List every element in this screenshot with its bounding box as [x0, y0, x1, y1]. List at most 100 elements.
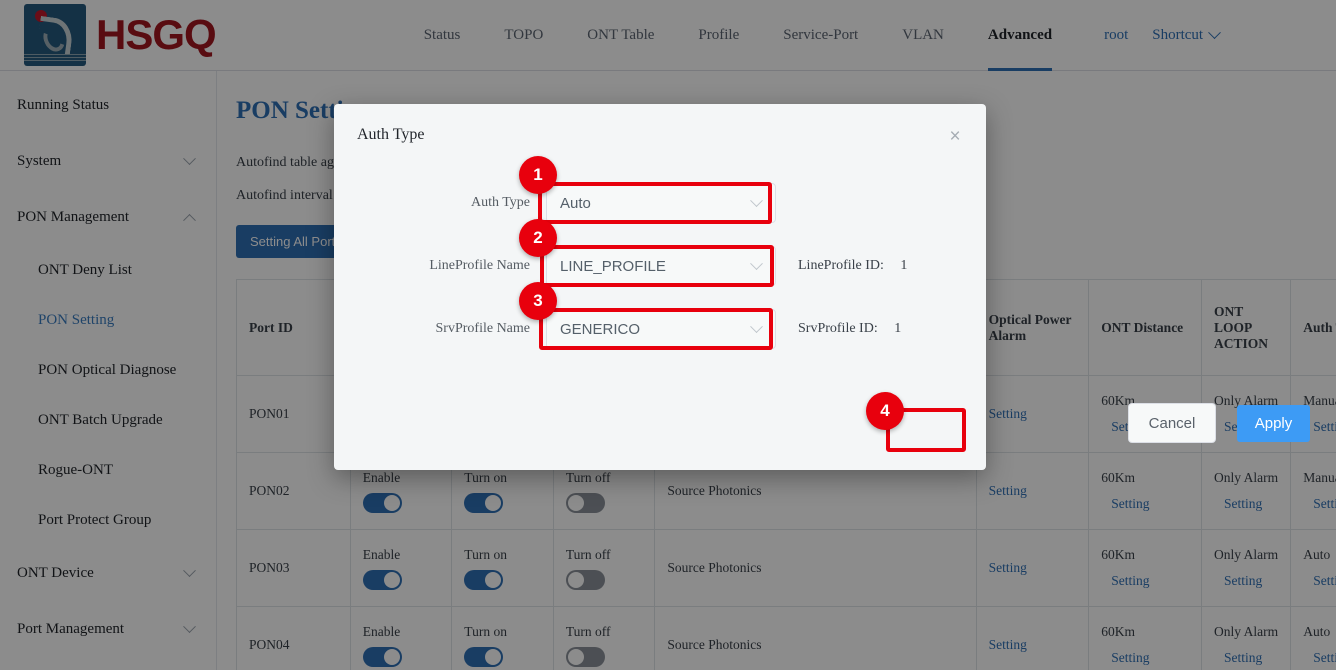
- laser-switch-toggle[interactable]: [464, 647, 503, 667]
- sidebar-item-pon-setting[interactable]: PON Setting: [0, 295, 216, 345]
- laser-switch-toggle[interactable]: [464, 493, 503, 513]
- setting-all-port-button[interactable]: Setting All Port: [236, 225, 349, 258]
- loop-action-setting-link[interactable]: Setting: [1214, 573, 1278, 589]
- cell-optical-power-alarm: Setting: [976, 453, 1089, 530]
- auto-discovery-toggle[interactable]: [566, 570, 605, 590]
- optical-alarm-setting-link[interactable]: Setting: [989, 406, 1027, 421]
- distance-setting-link[interactable]: Setting: [1101, 496, 1189, 512]
- sidebar-item-system[interactable]: System: [0, 133, 216, 189]
- chevron-down-icon: [750, 194, 763, 207]
- table-row[interactable]: PON04 Enable Turn on Turn off: [237, 607, 1336, 670]
- shortcut-menu[interactable]: Shortcut: [1152, 27, 1219, 44]
- loop-action-setting-link[interactable]: Setting: [1214, 650, 1278, 666]
- cell-laser-switch: Turn on: [452, 607, 554, 670]
- auth-type-setting-link[interactable]: Setting: [1303, 573, 1336, 589]
- lineprofile-id-value: 1: [900, 258, 907, 273]
- auth-type-value: Auto: [1303, 624, 1336, 640]
- laser-switch-toggle[interactable]: [464, 570, 503, 590]
- sidebar-item-running-status[interactable]: Running Status: [0, 77, 216, 133]
- cancel-button[interactable]: Cancel: [1128, 403, 1216, 443]
- nav-item-vlan[interactable]: VLAN: [880, 0, 966, 71]
- sidebar-item-ont-batch-upgrade[interactable]: ONT Batch Upgrade: [0, 395, 216, 445]
- distance-setting-link[interactable]: Setting: [1101, 573, 1189, 589]
- switch-label: Turn off: [566, 624, 643, 640]
- switch-label: Enable: [363, 470, 440, 486]
- cell-optical-power-alarm: Setting: [976, 376, 1089, 453]
- brand-name: HSGQ: [96, 11, 216, 59]
- sidebar-item-ont-deny-list[interactable]: ONT Deny List: [0, 245, 216, 295]
- distance-value: 60Km: [1101, 470, 1189, 486]
- auto-discovery-toggle[interactable]: [566, 647, 605, 667]
- srvprofile-name-label: SrvProfile Name: [334, 321, 546, 337]
- srvprofile-name-select[interactable]: GENERICO: [546, 309, 776, 349]
- table-row[interactable]: PON03 Enable Turn on Turn off: [237, 530, 1336, 607]
- nav-item-profile[interactable]: Profile: [676, 0, 761, 71]
- optical-alarm-setting-link[interactable]: Setting: [989, 483, 1027, 498]
- cell-ont-distance: 60Km Setting: [1089, 530, 1202, 607]
- cell-pon-switch: Enable: [350, 607, 452, 670]
- optical-alarm-setting-link[interactable]: Setting: [989, 637, 1027, 652]
- pon-switch-toggle[interactable]: [363, 493, 402, 513]
- distance-value: 60Km: [1101, 547, 1189, 563]
- nav-item-advanced[interactable]: Advanced: [966, 0, 1074, 71]
- pon-switch-toggle[interactable]: [363, 647, 402, 667]
- col-header-optical-power-alarm[interactable]: Optical Power Alarm: [976, 280, 1089, 376]
- sidebar-item-port-management[interactable]: Port Management: [0, 601, 216, 657]
- brand-logo[interactable]: HSGQ: [24, 4, 216, 66]
- chevron-down-icon: [183, 620, 196, 633]
- sidebar-item-port-protect-group[interactable]: Port Protect Group: [0, 495, 216, 545]
- pon-switch-toggle[interactable]: [363, 570, 402, 590]
- hsgq-logo-icon: [24, 4, 86, 66]
- col-header-ont-loop-action[interactable]: ONT LOOP ACTION: [1201, 280, 1290, 376]
- form-row-srvprofile: SrvProfile Name GENERICO SrvProfile ID: …: [334, 308, 986, 350]
- cell-loop-action: Only Alarm Setting: [1201, 607, 1290, 670]
- optical-alarm-setting-link[interactable]: Setting: [989, 560, 1027, 575]
- switch-label: Enable: [363, 624, 440, 640]
- nav-item-service-port[interactable]: Service-Port: [761, 0, 880, 71]
- lineprofile-id-label: LineProfile ID:: [798, 258, 884, 273]
- switch-label: Enable: [363, 547, 440, 563]
- auth-type-setting-link[interactable]: Setting: [1303, 496, 1336, 512]
- chevron-down-icon: [183, 152, 196, 165]
- nav-item-status[interactable]: Status: [402, 0, 483, 71]
- cell-ont-distance: 60Km Setting: [1089, 453, 1202, 530]
- lineprofile-name-label: LineProfile Name: [334, 258, 546, 274]
- auth-type-value: Manual: [1303, 470, 1336, 486]
- form-row-auth-type: Auth Type Auto: [334, 182, 986, 224]
- lineprofile-name-select[interactable]: LINE_PROFILE: [546, 246, 776, 286]
- srvprofile-id-label: SrvProfile ID:: [798, 321, 878, 336]
- sidebar-item-rogue-ont[interactable]: Rogue-ONT: [0, 445, 216, 495]
- sidebar-item-pon-management[interactable]: PON Management: [0, 189, 216, 245]
- nav-item-topo[interactable]: TOPO: [482, 0, 565, 71]
- user-name-link[interactable]: root: [1104, 27, 1128, 44]
- srvprofile-select-value: GENERICO: [560, 321, 640, 338]
- sidebar-item-pon-optical-diagnose[interactable]: PON Optical Diagnose: [0, 345, 216, 395]
- sidebar-item-ont-device[interactable]: ONT Device: [0, 545, 216, 601]
- apply-button[interactable]: Apply: [1237, 405, 1310, 442]
- cell-auth-type: Manual Setting: [1291, 453, 1336, 530]
- auth-type-select[interactable]: Auto: [546, 183, 776, 223]
- app-root: HSGQ Status TOPO ONT Table Profile Servi…: [0, 0, 1336, 670]
- form-row-lineprofile: LineProfile Name LINE_PROFILE LineProfil…: [334, 245, 986, 287]
- sidebar: Running Status System PON Management ONT…: [0, 71, 217, 670]
- cell-port-id: PON04: [237, 607, 351, 670]
- sidebar-item-label: Port Management: [17, 621, 124, 638]
- chevron-down-icon: [750, 257, 763, 270]
- close-icon[interactable]: ×: [944, 126, 966, 148]
- shortcut-label: Shortcut: [1152, 27, 1203, 44]
- annotation-badge-3: 3: [519, 282, 557, 320]
- switch-label: Turn off: [566, 470, 643, 486]
- auto-discovery-toggle[interactable]: [566, 493, 605, 513]
- main-nav: Status TOPO ONT Table Profile Service-Po…: [402, 0, 1074, 71]
- nav-item-ont-table[interactable]: ONT Table: [565, 0, 676, 71]
- lineprofile-id-readout: LineProfile ID: 1: [798, 258, 907, 274]
- annotation-badge-2: 2: [519, 219, 557, 257]
- loop-action-setting-link[interactable]: Setting: [1214, 496, 1278, 512]
- distance-setting-link[interactable]: Setting: [1101, 650, 1189, 666]
- col-header-auth-type[interactable]: Auth Type: [1291, 280, 1336, 376]
- sidebar-item-label: System: [17, 153, 61, 170]
- col-header-ont-distance[interactable]: ONT Distance: [1089, 280, 1202, 376]
- annotation-badge-4: 4: [866, 392, 904, 430]
- cell-auth-type: Auto Setting: [1291, 607, 1336, 670]
- auth-type-setting-link[interactable]: Setting: [1303, 650, 1336, 666]
